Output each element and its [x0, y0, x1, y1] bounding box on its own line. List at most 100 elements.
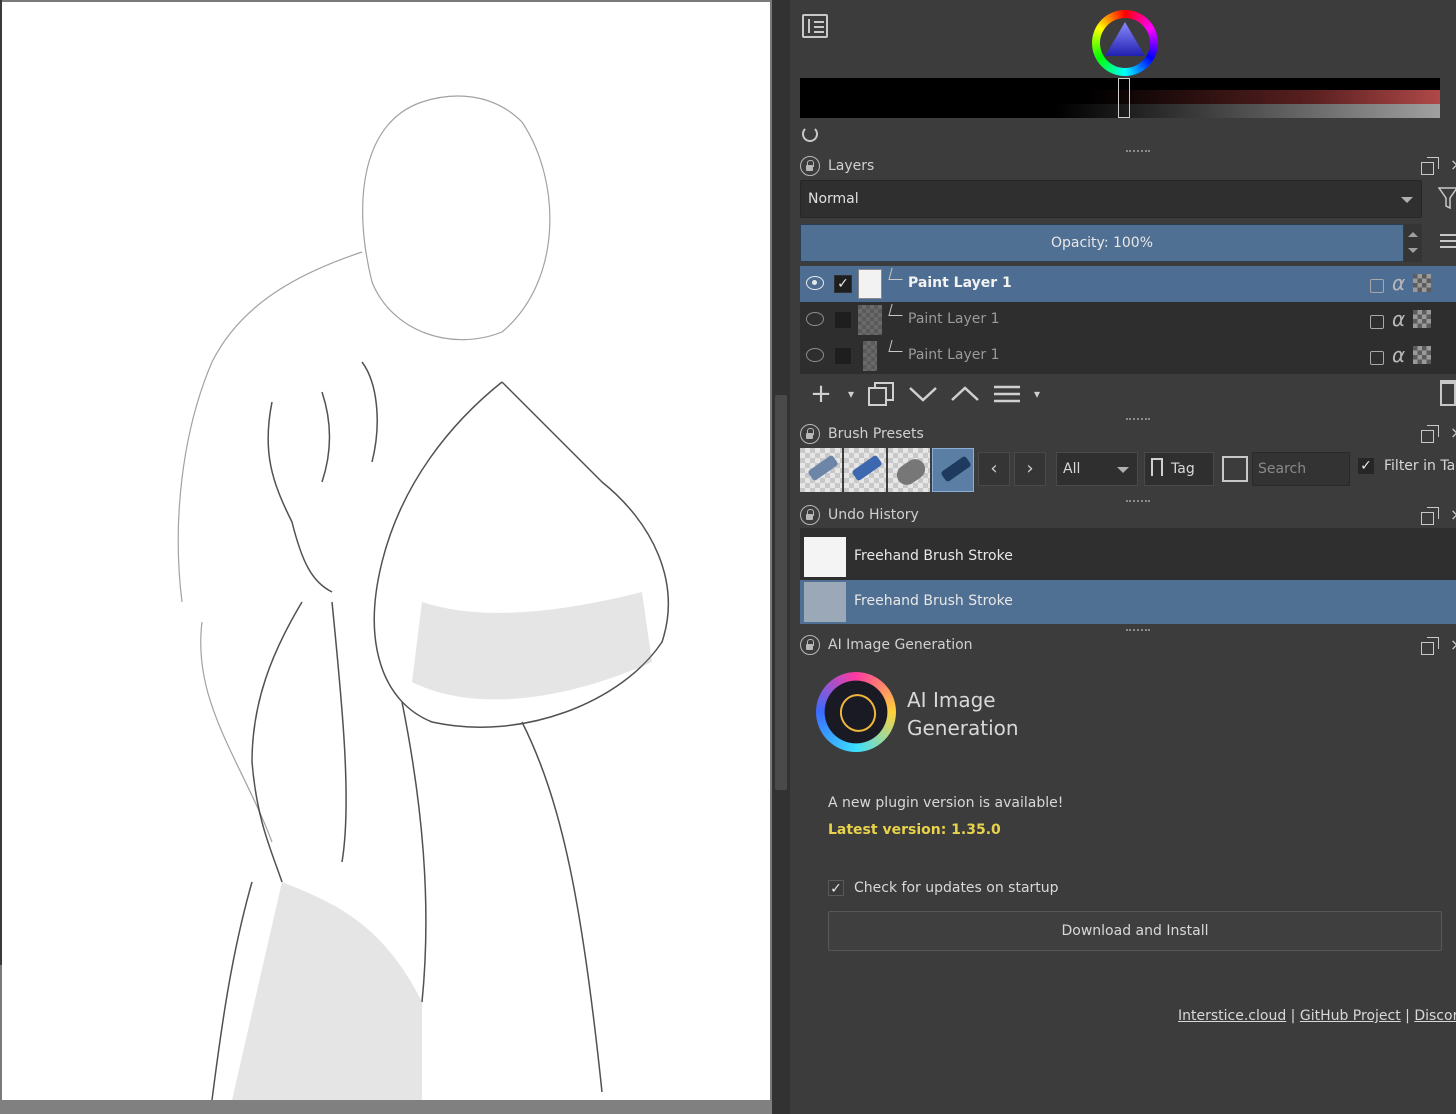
undo-thumbnail	[804, 582, 846, 622]
chevron-down-icon	[1401, 197, 1413, 203]
update-message: A new plugin version is available!	[828, 795, 1064, 811]
discord-link[interactable]: Discord	[1414, 1008, 1456, 1024]
alpha-lock-icon[interactable]: α	[1392, 273, 1405, 293]
opacity-slider[interactable]: Opacity: 100%	[800, 224, 1404, 262]
move-layer-up-icon[interactable]	[948, 378, 982, 410]
lock-icon[interactable]	[800, 505, 820, 525]
layer-options-menu-icon[interactable]	[1440, 234, 1456, 248]
krita-window: Layers × Normal Opacity: 100% ✓ Paint La…	[0, 0, 1456, 1114]
scrollbar-thumb[interactable]	[775, 395, 787, 790]
inherit-alpha-icon[interactable]	[1413, 346, 1432, 364]
inherit-alpha-icon[interactable]	[1413, 274, 1432, 292]
eye-icon[interactable]	[806, 276, 824, 290]
filter-in-tag-checkbox[interactable]: ✓	[1358, 458, 1374, 474]
alpha-lock-icon[interactable]: α	[1392, 345, 1405, 365]
brush-presets-title: Brush Presets	[828, 426, 924, 442]
airbrush-preset[interactable]	[888, 448, 930, 492]
close-icon[interactable]: ×	[1450, 157, 1456, 173]
opacity-label: Opacity: 100%	[1050, 235, 1154, 251]
close-icon[interactable]: ×	[1450, 637, 1456, 653]
undo-thumbnail	[804, 537, 846, 577]
chevron-down-icon[interactable]: ▾	[846, 378, 856, 410]
trash-icon[interactable]	[1440, 380, 1456, 406]
ai-panel-title: AI Image Generation	[800, 633, 973, 657]
lock-icon[interactable]	[800, 635, 820, 655]
layer-name[interactable]: Paint Layer 1	[908, 311, 1000, 327]
lock-icon[interactable]	[800, 424, 820, 444]
tag-button[interactable]: Tag	[1144, 452, 1214, 486]
alpha-lock-icon[interactable]: α	[1392, 309, 1405, 329]
float-icon[interactable]	[1421, 157, 1439, 175]
close-icon[interactable]: ×	[1450, 507, 1456, 523]
refresh-icon[interactable]	[802, 126, 818, 142]
blend-mode-select[interactable]: Normal	[800, 180, 1422, 218]
add-layer-icon[interactable]: +	[804, 378, 838, 410]
layer-row[interactable]: Paint Layer 1 α	[800, 338, 1456, 374]
layer-thumbnail	[863, 341, 877, 371]
unlock-icon[interactable]	[1370, 279, 1384, 293]
layer-row[interactable]: ✓ Paint Layer 1 α	[800, 266, 1456, 302]
tag-filter-select[interactable]: All	[1056, 452, 1138, 486]
float-icon[interactable]	[1421, 507, 1439, 525]
previous-preset-button[interactable]: ‹	[978, 452, 1010, 486]
undo-history-item[interactable]: Freehand Brush Stroke	[800, 580, 1456, 624]
color-selector-settings-icon[interactable]	[802, 14, 828, 38]
eye-hidden-icon[interactable]	[806, 348, 824, 362]
float-icon[interactable]	[1421, 637, 1439, 655]
undo-history-item[interactable]: Freehand Brush Stroke	[800, 535, 1456, 579]
layer-checkbox[interactable]: ✓	[834, 275, 852, 293]
chevron-down-icon	[1117, 467, 1129, 473]
eraser-preset[interactable]	[800, 448, 842, 492]
docker-resize-grip[interactable]	[1126, 500, 1150, 504]
unlock-icon[interactable]	[1370, 351, 1384, 365]
preset-search-input[interactable]: Search	[1252, 452, 1350, 486]
layer-thumbnail	[858, 305, 882, 335]
layer-name[interactable]: Paint Layer 1	[908, 347, 1000, 363]
docker-resize-grip[interactable]	[1126, 629, 1150, 633]
color-triangle[interactable]	[1102, 20, 1148, 60]
duplicate-layer-icon[interactable]	[864, 378, 898, 410]
layer-row[interactable]: Paint Layer 1 α	[800, 302, 1456, 338]
vertical-scrollbar[interactable]	[772, 0, 790, 1114]
next-preset-button[interactable]: ›	[1014, 452, 1046, 486]
layers-list: ✓ Paint Layer 1 α Paint Layer 1 α Paint …	[800, 266, 1456, 374]
download-install-button[interactable]: Download and Install	[828, 911, 1442, 951]
horizontal-scrollbar[interactable]	[0, 1100, 772, 1114]
tag-filter-value: All	[1063, 461, 1081, 477]
canvas-edge	[0, 0, 2, 965]
ai-plugin-logo-icon	[816, 672, 896, 752]
drawing-canvas[interactable]	[2, 2, 770, 1100]
blend-mode-value: Normal	[808, 191, 859, 207]
search-placeholder: Search	[1258, 461, 1307, 477]
canvas-area[interactable]	[0, 0, 772, 1114]
filter-in-tag-toggle[interactable]: ✓ Filter in Tag	[1358, 458, 1456, 474]
pencil-sketch	[177, 95, 670, 1100]
check-updates-toggle[interactable]: ✓ Check for updates on startup	[828, 880, 1059, 897]
docker-resize-grip[interactable]	[1126, 150, 1150, 154]
check-updates-checkbox[interactable]: ✓	[828, 880, 844, 897]
check-updates-label: Check for updates on startup	[854, 880, 1059, 896]
eye-hidden-icon[interactable]	[806, 312, 824, 326]
preset-info-icon[interactable]	[1222, 456, 1248, 482]
selected-brush-preset[interactable]	[932, 448, 974, 492]
layer-checkbox[interactable]	[834, 311, 852, 329]
float-icon[interactable]	[1421, 425, 1439, 443]
shade-selector-handle[interactable]	[1118, 78, 1130, 118]
ai-title-text: AI Image Generation	[828, 637, 973, 653]
interstice-link[interactable]: Interstice.cloud	[1178, 1008, 1286, 1024]
lock-icon[interactable]	[800, 156, 820, 176]
chevron-down-icon[interactable]: ▾	[1032, 378, 1042, 410]
inherit-alpha-icon[interactable]	[1413, 310, 1432, 328]
close-icon[interactable]: ×	[1450, 425, 1456, 441]
filter-icon[interactable]	[1438, 186, 1456, 210]
layer-checkbox[interactable]	[834, 347, 852, 365]
layer-name[interactable]: Paint Layer 1	[908, 275, 1012, 291]
unlock-icon[interactable]	[1370, 315, 1384, 329]
opacity-spinner[interactable]	[1404, 224, 1422, 262]
docker-resize-grip[interactable]	[1126, 418, 1150, 422]
bookmark-icon	[1151, 458, 1163, 476]
pen-preset[interactable]	[844, 448, 886, 492]
github-link[interactable]: GitHub Project	[1300, 1008, 1401, 1024]
move-layer-down-icon[interactable]	[906, 378, 940, 410]
layer-properties-icon[interactable]	[990, 378, 1024, 410]
